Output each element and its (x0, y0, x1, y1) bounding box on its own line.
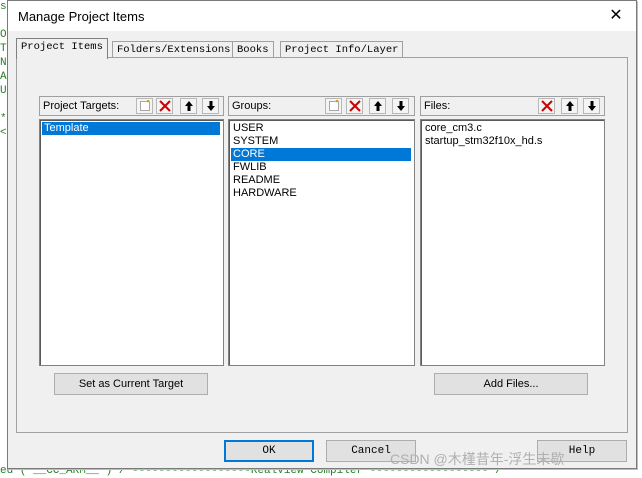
group-item-core[interactable]: CORE (231, 148, 411, 161)
move-group-up-button[interactable] (369, 98, 386, 114)
move-file-down-button[interactable] (583, 98, 600, 114)
groups-list[interactable]: USER SYSTEM CORE FWLIB README HARDWARE (228, 119, 415, 366)
move-file-up-button[interactable] (561, 98, 578, 114)
group-item-user[interactable]: USER (231, 122, 264, 135)
move-up-icon (566, 101, 574, 111)
target-item-template[interactable]: Template (42, 122, 220, 135)
new-group-button[interactable] (325, 98, 342, 114)
set-current-target-button[interactable]: Set as Current Target (54, 373, 208, 395)
new-item-icon (140, 100, 150, 111)
move-down-icon (207, 101, 215, 111)
move-down-icon (397, 101, 405, 111)
move-target-up-button[interactable] (180, 98, 197, 114)
group-item-readme[interactable]: README (231, 174, 280, 187)
dialog-titlebar: Manage Project Items ✕ (8, 1, 636, 31)
close-icon[interactable]: ✕ (606, 6, 626, 26)
targets-header: Project Targets: (39, 96, 224, 116)
new-item-icon (329, 100, 339, 111)
files-header: Files: (420, 96, 605, 116)
files-label: Files: (424, 100, 451, 112)
project-items-page: Project Targets: Template Set as Current… (16, 57, 628, 433)
manage-project-items-dialog: Manage Project Items ✕ Project Items Fol… (7, 0, 637, 469)
files-list[interactable]: core_cm3.c startup_stm32f10x_hd.s (420, 119, 605, 366)
move-up-icon (185, 101, 193, 111)
groups-header: Groups: (228, 96, 415, 116)
dialog-title: Manage Project Items (18, 9, 145, 24)
file-item-core-cm3[interactable]: core_cm3.c (423, 122, 482, 135)
group-item-fwlib[interactable]: FWLIB (231, 161, 267, 174)
targets-list[interactable]: Template (39, 119, 224, 366)
tab-folders-extensions[interactable]: Folders/Extensions (112, 41, 236, 58)
groups-label: Groups: (232, 100, 272, 112)
move-group-down-button[interactable] (392, 98, 409, 114)
add-files-button[interactable]: Add Files... (434, 373, 588, 395)
ok-button[interactable]: OK (224, 440, 314, 462)
targets-label: Project Targets: (43, 100, 120, 112)
tab-books[interactable]: Books (232, 41, 274, 58)
delete-group-button[interactable] (346, 98, 363, 114)
new-target-button[interactable] (136, 98, 153, 114)
tab-project-items[interactable]: Project Items (16, 38, 108, 59)
move-down-icon (588, 101, 596, 111)
delete-icon (349, 100, 361, 112)
group-item-system[interactable]: SYSTEM (231, 135, 278, 148)
tab-project-info-layer[interactable]: Project Info/Layer (280, 41, 404, 58)
delete-target-button[interactable] (156, 98, 173, 114)
group-item-hardware[interactable]: HARDWARE (231, 187, 297, 200)
background-editor-left: s O T N A U * < (0, 1, 7, 139)
move-target-down-button[interactable] (202, 98, 219, 114)
file-item-startup[interactable]: startup_stm32f10x_hd.s (423, 135, 542, 148)
watermark: CSDN @木槿昔年-浮生未歇 (390, 451, 565, 467)
delete-file-button[interactable] (538, 98, 555, 114)
delete-icon (159, 100, 171, 112)
move-up-icon (374, 101, 382, 111)
delete-icon (541, 100, 553, 112)
